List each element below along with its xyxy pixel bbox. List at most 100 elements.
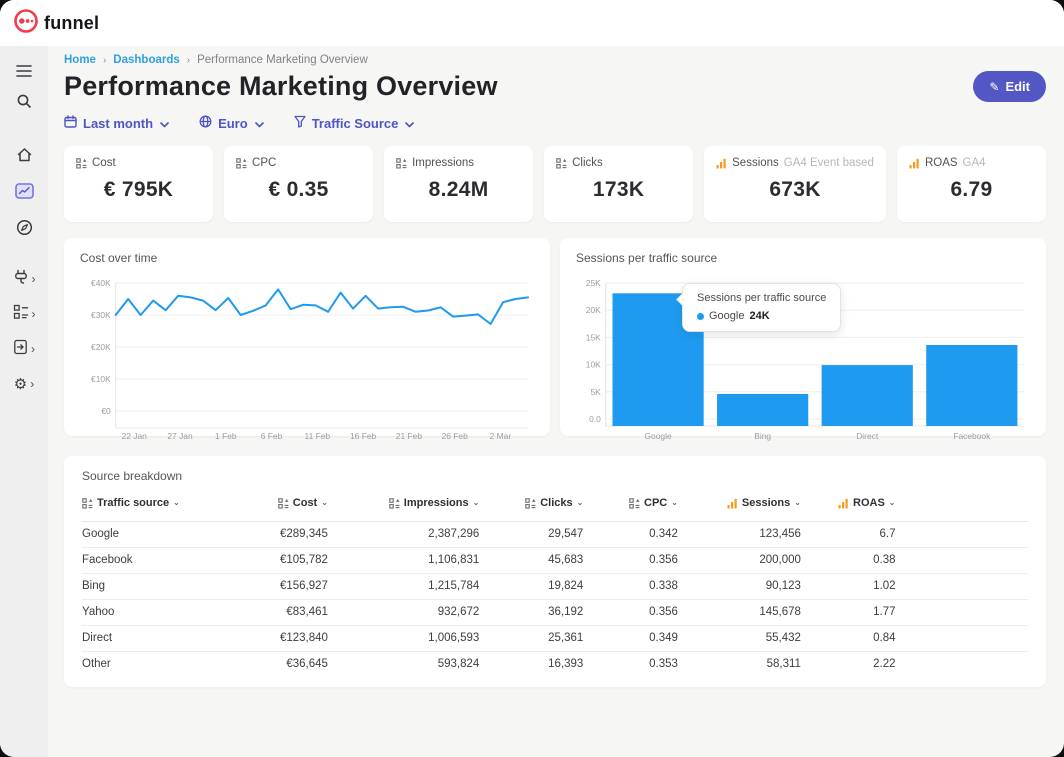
table-cell: 2.22 <box>801 651 896 677</box>
currency-filter[interactable]: Euro <box>199 115 264 131</box>
gear-icon: ⚙ <box>14 377 27 392</box>
kpi-value: 673K <box>716 178 874 202</box>
edit-button[interactable]: ✎ Edit <box>973 71 1046 102</box>
filter-funnel-icon <box>294 115 306 131</box>
table-row[interactable]: Bing€156,9271,215,78419,8240.33890,1231.… <box>82 573 1028 599</box>
chevron-right-icon: › <box>32 309 36 319</box>
funnel-logo[interactable]: funnel <box>13 8 99 39</box>
table-cell: 6.7 <box>801 521 896 547</box>
sessions-bar-chart-card[interactable]: Sessions per traffic source 25K20K15K10K… <box>560 238 1046 436</box>
table-cell: 29,547 <box>479 521 583 547</box>
grid-metric-icon <box>236 158 247 169</box>
table-cell: €105,782 <box>224 547 328 573</box>
bar-chart-orange-icon <box>838 498 849 509</box>
svg-text:€20K: €20K <box>91 342 111 352</box>
table-cell: 0.338 <box>583 573 678 599</box>
svg-text:2 Mar: 2 Mar <box>490 431 512 441</box>
table-cell: 0.342 <box>583 521 678 547</box>
kpi-card-roas[interactable]: ROASGA46.79 <box>897 146 1046 222</box>
table-cell: €83,461 <box>224 599 328 625</box>
svg-text:6 Feb: 6 Feb <box>261 431 283 441</box>
table-cell: Other <box>82 651 224 677</box>
table-cell: 0.353 <box>583 651 678 677</box>
traffic-source-filter[interactable]: Traffic Source <box>294 115 415 131</box>
column-header-traffic-source[interactable]: Traffic source⌄ <box>82 491 224 521</box>
column-header-roas[interactable]: ROAS⌄ <box>801 491 896 521</box>
table-cell: Direct <box>82 625 224 651</box>
column-header-cost[interactable]: Cost⌄ <box>224 491 328 521</box>
sidebar-explore-compass-icon[interactable] <box>16 218 33 236</box>
table-cell: 25,361 <box>479 625 583 651</box>
table-cell: Bing <box>82 573 224 599</box>
svg-text:20K: 20K <box>586 305 601 315</box>
sidebar-home-icon[interactable] <box>16 146 33 164</box>
sidebar-menu-icon[interactable] <box>16 62 32 80</box>
filter-bar: Last month Euro Traffic Source <box>64 115 1046 131</box>
series-dot-icon <box>697 313 704 320</box>
table-cell: 123,456 <box>678 521 801 547</box>
kpi-card-cost[interactable]: Cost€ 795K <box>64 146 213 222</box>
chevron-down-icon <box>405 116 414 131</box>
date-range-filter[interactable]: Last month <box>64 115 169 131</box>
svg-text:€10K: €10K <box>91 374 111 384</box>
file-export-icon <box>13 339 28 360</box>
sidebar-settings-item[interactable]: ⚙ › <box>14 375 34 393</box>
kpi-card-clicks[interactable]: Clicks 173K <box>544 146 693 222</box>
kpi-value: 6.79 <box>909 178 1034 202</box>
cost-over-time-chart-card[interactable]: Cost over time €40K€30K€20K€10K€022 Jan2… <box>64 238 550 436</box>
column-header-sessions[interactable]: Sessions⌄ <box>678 491 801 521</box>
table-cell: 58,311 <box>678 651 801 677</box>
kpi-label: Cost <box>92 157 116 169</box>
column-header-clicks[interactable]: Clicks⌄ <box>479 491 583 521</box>
sidebar-dashboards-icon-active[interactable] <box>15 182 34 200</box>
table-cell: 90,123 <box>678 573 801 599</box>
svg-text:25K: 25K <box>586 278 601 288</box>
main-content: Home › Dashboards › Performance Marketin… <box>48 46 1064 757</box>
breadcrumb-home-link[interactable]: Home <box>64 54 96 66</box>
table-cell: 593,824 <box>328 651 479 677</box>
sidebar-search-icon[interactable] <box>16 92 32 110</box>
kpi-value: 173K <box>556 178 681 202</box>
svg-text:€40K: €40K <box>91 278 111 288</box>
table-cell: €123,840 <box>224 625 328 651</box>
table-cell: 0.356 <box>583 547 678 573</box>
kpi-label: ROAS <box>925 157 958 169</box>
table-cell: 200,000 <box>678 547 801 573</box>
column-header-impressions[interactable]: Impressions⌄ <box>328 491 479 521</box>
bar-chart-orange-icon <box>716 158 727 169</box>
chevron-right-icon: › <box>31 344 35 354</box>
kpi-card-sessions[interactable]: SessionsGA4 Event based673K <box>704 146 886 222</box>
breadcrumb-separator: › <box>187 55 190 66</box>
svg-text:27 Jan: 27 Jan <box>167 431 193 441</box>
sidebar-data-item[interactable]: › <box>13 305 36 323</box>
table-cell: 19,824 <box>479 573 583 599</box>
kpi-label: Clicks <box>572 157 603 169</box>
table-row[interactable]: Other€36,645593,82416,3930.35358,3112.22 <box>82 651 1028 677</box>
tooltip-title: Sessions per traffic source <box>697 292 826 304</box>
table-row[interactable]: Google€289,3452,387,29629,5470.342123,45… <box>82 521 1028 547</box>
breadcrumb-dashboards-link[interactable]: Dashboards <box>113 54 179 66</box>
source-breakdown-table: Traffic source⌄Cost⌄Impressions⌄Clicks⌄C… <box>82 491 1028 677</box>
kpi-card-cpc[interactable]: CPC€ 0.35 <box>224 146 373 222</box>
funnel-logo-icon <box>13 8 39 39</box>
table-cell: 16,393 <box>479 651 583 677</box>
table-cell: €36,645 <box>224 651 328 677</box>
source-breakdown-card: Source breakdown Traffic source⌄Cost⌄Imp… <box>64 456 1046 687</box>
sidebar-connectors-item[interactable]: › <box>13 270 36 288</box>
table-row[interactable]: Direct€123,8401,006,59325,3610.34955,432… <box>82 625 1028 651</box>
kpi-value: € 0.35 <box>236 178 361 202</box>
svg-text:11 Feb: 11 Feb <box>305 431 331 441</box>
table-cell: 45,683 <box>479 547 583 573</box>
table-row[interactable]: Facebook€105,7821,106,83145,6830.356200,… <box>82 547 1028 573</box>
column-header-cpc[interactable]: CPC⌄ <box>583 491 678 521</box>
table-cell: 932,672 <box>328 599 479 625</box>
table-row[interactable]: Yahoo€83,461932,67236,1920.356145,6781.7… <box>82 599 1028 625</box>
svg-text:0.0: 0.0 <box>589 414 601 424</box>
sidebar-export-item[interactable]: › <box>13 340 35 358</box>
svg-text:26 Feb: 26 Feb <box>442 431 468 441</box>
app-window: funnel › <box>0 0 1064 757</box>
sort-caret-icon: ⌄ <box>671 498 678 507</box>
kpi-card-impressions[interactable]: Impressions8.24M <box>384 146 533 222</box>
kpi-label: Sessions <box>732 157 779 169</box>
grid-metric-icon <box>525 498 536 509</box>
